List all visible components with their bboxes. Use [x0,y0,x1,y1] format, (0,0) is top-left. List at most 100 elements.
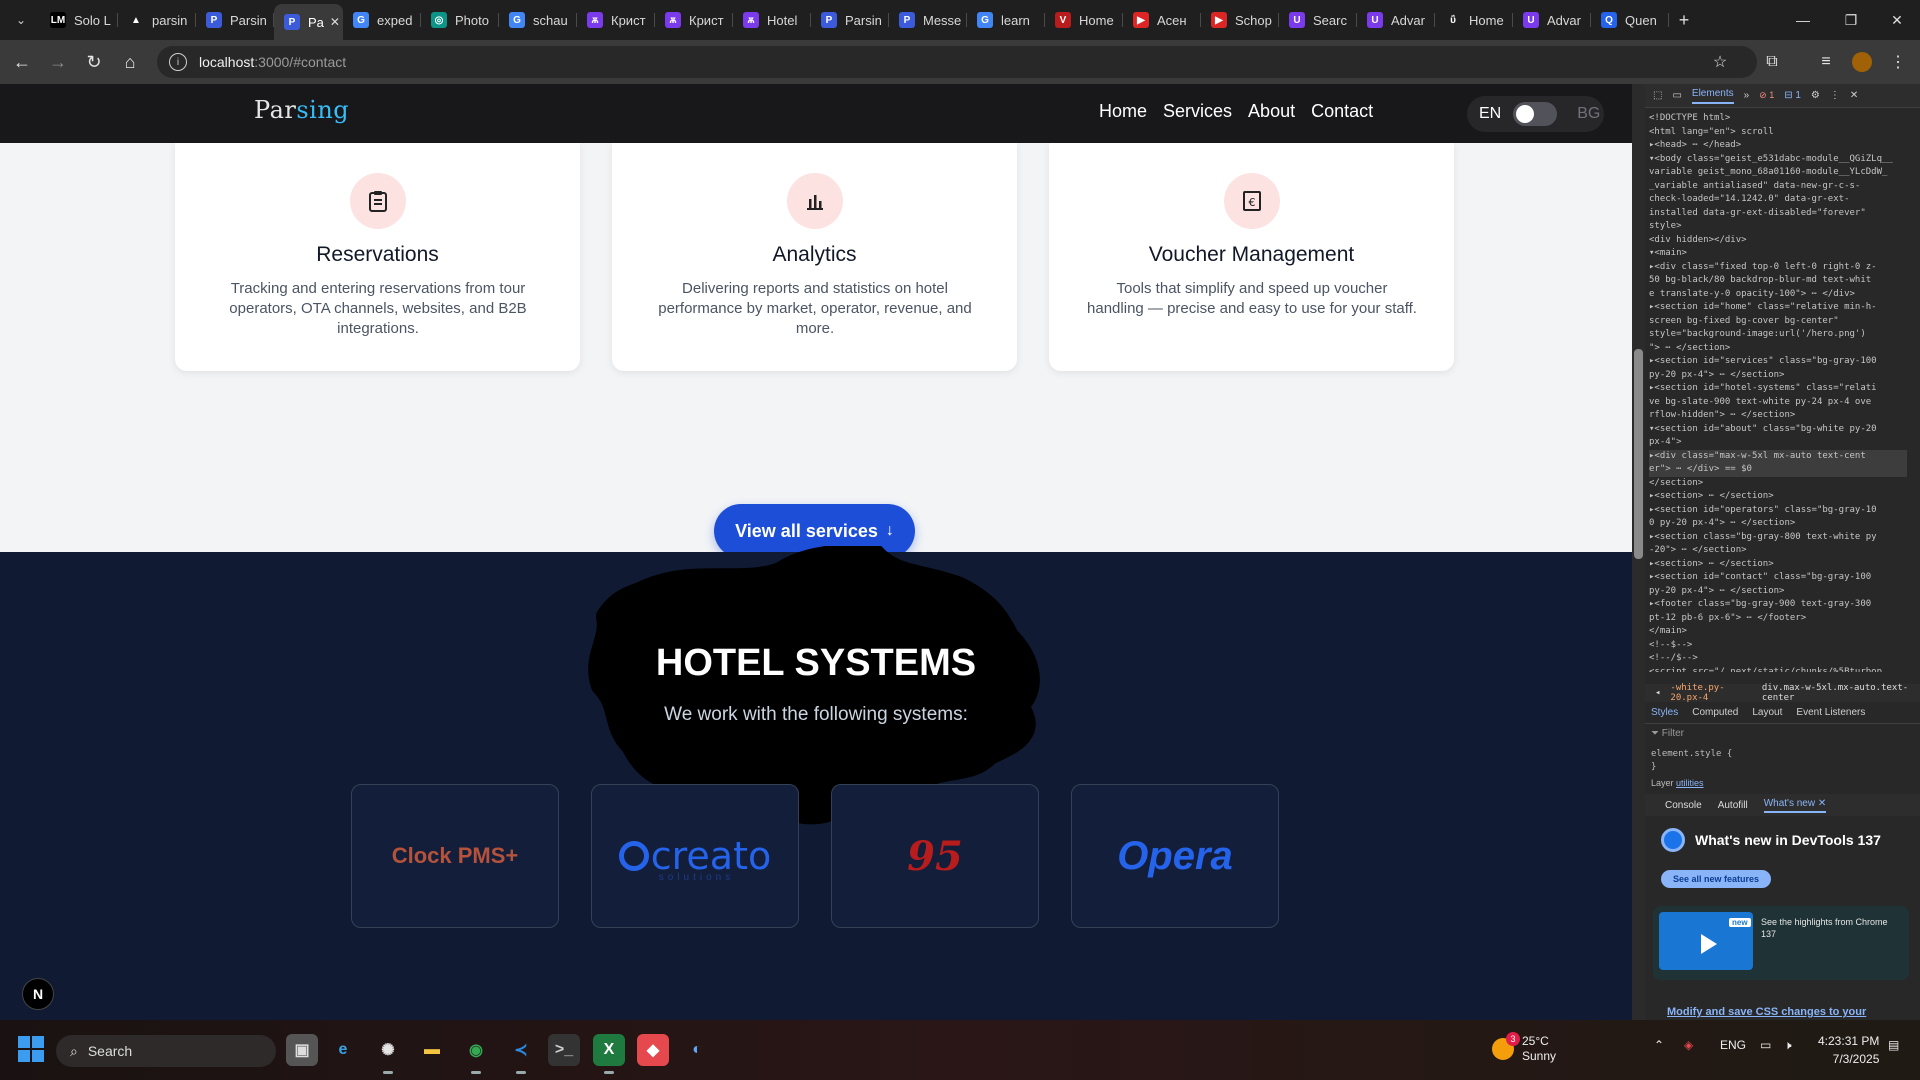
dom-node-line[interactable]: "> ⋯ </section> [1649,342,1907,356]
profile-avatar[interactable] [1844,40,1880,84]
dom-node-line[interactable]: <!--/$--> [1649,652,1907,666]
browser-tab[interactable]: P Parsin [196,4,274,36]
nav-contact[interactable]: Contact [1311,101,1373,122]
edge-icon[interactable]: e [327,1034,359,1066]
terminal-icon[interactable]: >_ [548,1034,580,1066]
dom-node-line[interactable]: ▸<section> ⋯ </section> [1649,558,1907,572]
layer-link[interactable]: utilities [1676,778,1704,788]
new-tab-button[interactable]: + [1669,10,1699,31]
highlights-card[interactable]: new See the highlights from Chrome 137 [1653,906,1909,980]
restore-icon[interactable]: ❐ [1828,0,1874,40]
input-language[interactable]: ENG [1720,1038,1746,1052]
notifications-icon[interactable]: ▤ [1888,1038,1899,1052]
tab-elements[interactable]: Elements [1691,88,1734,104]
dom-node-line[interactable]: </section> [1649,477,1907,491]
media-controls-icon[interactable]: ≡ [1808,40,1844,84]
dom-node-line[interactable]: style> [1649,220,1907,234]
crumb-item[interactable]: -white.py-20.px-4 [1670,683,1751,703]
dom-node-line[interactable]: -20"> ⋯ </section> [1649,544,1907,558]
browser-tab[interactable]: P Messe [889,4,967,36]
address-bar[interactable]: i localhost:3000/#contact [157,46,1757,78]
reload-icon[interactable]: ↻ [76,44,112,80]
browser-tab[interactable]: ѫ Крист [655,4,733,36]
browser-tab[interactable]: U Advar [1513,4,1591,36]
minimize-icon[interactable]: — [1780,0,1826,40]
more-tabs-icon[interactable]: » [1744,90,1750,101]
close-tab-icon[interactable]: ✕ [330,15,340,29]
dom-node-line[interactable]: py-20 px-4"> ⋯ </section> [1649,585,1907,599]
page-scrollbar[interactable] [1632,84,1645,1020]
dom-node-line[interactable]: ▸<section id="home" class="relative min-… [1649,301,1907,315]
start-button[interactable] [18,1036,44,1062]
dom-node-line[interactable]: check-loaded="14.1242.0" data-gr-ext- [1649,193,1907,207]
dom-node-line[interactable]: ▸<section id="contact" class="bg-gray-10… [1649,571,1907,585]
dom-node-line[interactable]: style="background-image:url('/hero.png') [1649,328,1907,342]
tab-whats-new[interactable]: What's new ✕ [1763,798,1827,813]
dom-node-line[interactable]: variable geist_mono_68a01160-module__YLc… [1649,166,1907,180]
dom-node-line[interactable]: ▸<section id="hotel-systems" class="rela… [1649,382,1907,396]
scrollbar-thumb[interactable] [1634,349,1643,559]
language-toggle[interactable] [1513,102,1558,126]
dom-node-line[interactable]: screen bg-fixed bg-cover bg-center" [1649,315,1907,329]
browser-tab[interactable]: U Advar [1357,4,1435,36]
browser-tab[interactable]: LM Solo L [40,4,118,36]
forward-icon[interactable]: → [40,44,76,80]
devtools-menu-icon[interactable]: ⋮ [1830,90,1840,101]
nav-services[interactable]: Services [1163,101,1232,122]
dom-node-line[interactable]: ▸<div class="fixed top-0 left-0 right-0 … [1649,261,1907,275]
paint-icon[interactable]: ◐ [681,1034,713,1066]
tab-computed[interactable]: Computed [1692,707,1738,718]
tab-search-button[interactable]: ⌄ [2,6,40,34]
dom-node-line[interactable]: ▸<section id="operators" class="bg-gray-… [1649,504,1907,518]
browser-tab[interactable]: Gschau [499,4,577,36]
browser-tab[interactable]: P Parsin [811,4,889,36]
dom-node-line[interactable]: px-4"> [1649,436,1907,450]
nextjs-dev-badge[interactable]: N [22,978,54,1010]
vscode-icon[interactable]: ≺ [505,1034,537,1074]
browser-tab[interactable]: U Searc [1279,4,1357,36]
browser-tab[interactable]: Glearn [967,4,1045,36]
lang-en-label[interactable]: EN [1479,105,1501,123]
dom-node-line[interactable]: ve bg-slate-900 text-white py-24 px-4 ov… [1649,396,1907,410]
browser-tab[interactable]: ▲ parsin [118,4,196,36]
dom-node-line[interactable]: <html lang="en"> scroll [1649,126,1907,140]
taskbar-search[interactable]: ⌕ Search [56,1035,276,1067]
dom-node-line[interactable]: installed data-gr-ext-disabled="forever" [1649,207,1907,221]
error-count[interactable]: ⊘ 1 [1759,90,1774,101]
excel-icon[interactable]: X [593,1034,625,1074]
tab-autofill[interactable]: Autofill [1718,800,1748,811]
chatgpt-icon[interactable]: ✺ [372,1034,404,1074]
dom-node-line[interactable]: ▸<head> ⋯ </head> [1649,139,1907,153]
back-icon[interactable]: ← [4,44,40,80]
dom-node-line[interactable]: ▾<section id="about" class="bg-white py-… [1649,423,1907,437]
dom-node-line[interactable]: 0 py-20 px-4"> ⋯ </section> [1649,517,1907,531]
home-icon[interactable]: ⌂ [112,44,148,80]
dom-node-line[interactable]: <div hidden></div> [1649,234,1907,248]
browser-tab[interactable]: Q Quen [1591,4,1669,36]
dom-node-line[interactable]: ▸<div class="max-w-5xl mx-auto text-cent [1649,449,1907,463]
device-toggle-icon[interactable]: ▭ [1672,90,1681,101]
browser-tab[interactable]: V Home [1045,4,1123,36]
tab-event-listeners[interactable]: Event Listeners [1796,707,1865,718]
issue-count[interactable]: ⊟ 1 [1784,90,1801,101]
browser-tab[interactable]: Gexped [343,4,421,36]
whats-new-link[interactable]: Modify and save CSS changes to your work… [1667,1006,1897,1020]
browser-tab[interactable]: P Pa ✕ [274,4,343,40]
dom-node-line[interactable]: 50 bg-black/80 backdrop-blur-md text-whi… [1649,274,1907,288]
dom-node-line[interactable]: <!--$--> [1649,639,1907,653]
see-all-features-button[interactable]: See all new features [1661,870,1771,888]
crumb-item[interactable]: div.max-w-5xl.mx-auto.text-center [1762,683,1920,703]
browser-menu-icon[interactable]: ⋮ [1880,40,1916,84]
chrome-icon[interactable]: ◉ [460,1034,492,1074]
antivirus-icon[interactable]: ◈ [1684,1038,1693,1052]
dom-node-line[interactable]: ▸<footer class="bg-gray-900 text-gray-30… [1649,598,1907,612]
browser-tab[interactable]: ΰ Home [1435,4,1513,36]
browser-tab[interactable]: ◎ Photo [421,4,499,36]
browser-tab[interactable]: ѫ Hotel [733,4,811,36]
nav-about[interactable]: About [1248,101,1295,122]
bookmark-star-icon[interactable]: ☆ [1702,40,1738,84]
dom-node-line[interactable]: <!DOCTYPE html> [1649,112,1907,126]
dom-node-line[interactable]: rflow-hidden"> ⋯ </section> [1649,409,1907,423]
dom-node-line[interactable]: py-20 px-4"> ⋯ </section> [1649,369,1907,383]
inspect-icon[interactable]: ⬚ [1653,90,1662,101]
